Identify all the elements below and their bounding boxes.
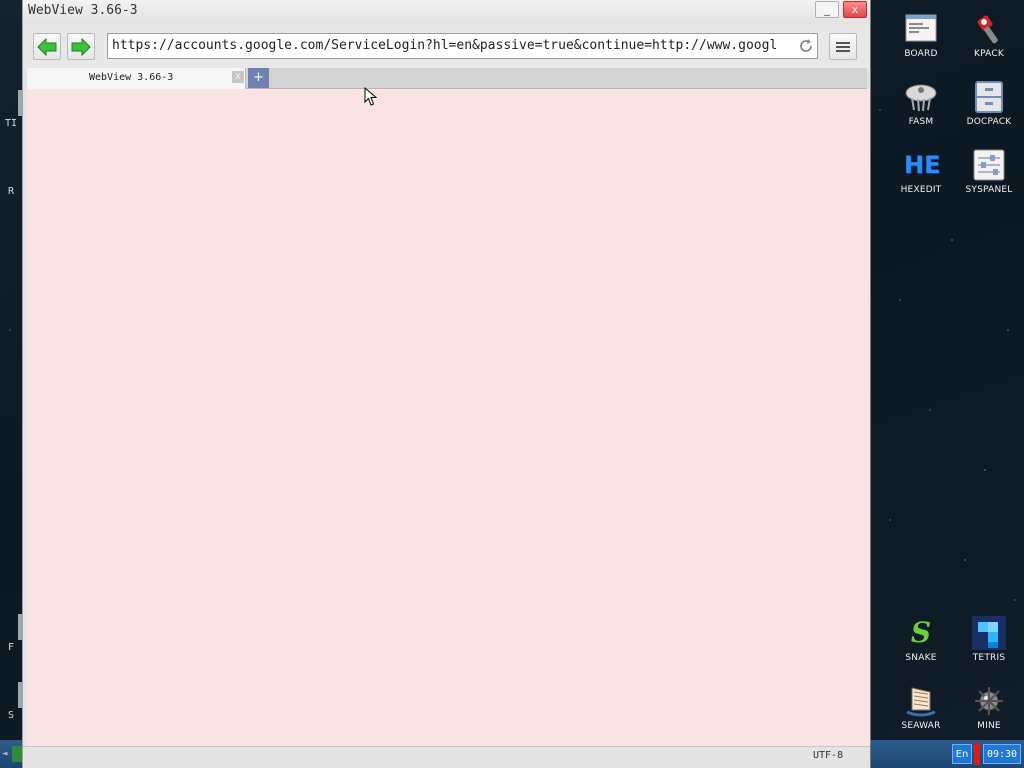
desktop-icon-label: FASM bbox=[908, 117, 934, 127]
desktop-icon-label: SNAKE bbox=[905, 653, 937, 663]
board-icon bbox=[904, 12, 938, 46]
hexedit-glyph: HE bbox=[904, 151, 941, 179]
mine-icon bbox=[972, 684, 1006, 718]
desktop-icon-label: BOARD bbox=[904, 49, 938, 59]
left-edge-icon[interactable]: F bbox=[0, 614, 22, 653]
tab-strip: WebView 3.66-3 x + bbox=[27, 68, 867, 89]
clock[interactable]: 09:30 bbox=[983, 744, 1021, 764]
snake-glyph: S bbox=[910, 616, 932, 649]
browser-toolbar: https://accounts.google.com/ServiceLogin… bbox=[23, 24, 870, 68]
desktop-icon-label: KPACK bbox=[974, 49, 1004, 59]
docpack-icon bbox=[972, 80, 1006, 114]
tetris-icon bbox=[972, 616, 1006, 650]
left-edge-icon[interactable]: S bbox=[0, 682, 22, 721]
left-edge-label: R bbox=[7, 186, 15, 197]
desktop-icon-label: DOCPACK bbox=[966, 117, 1012, 127]
minimize-button[interactable]: _ bbox=[815, 1, 839, 18]
tab-close-button[interactable]: x bbox=[232, 71, 244, 83]
fasm-icon bbox=[904, 80, 938, 114]
snake-icon: S bbox=[904, 616, 938, 650]
seawar-icon bbox=[904, 684, 938, 718]
url-text[interactable]: https://accounts.google.com/ServiceLogin… bbox=[112, 38, 792, 53]
desktop-icon-mine[interactable]: MINE bbox=[955, 684, 1023, 731]
language-indicator[interactable]: En bbox=[952, 744, 972, 764]
webview-window: WebView 3.66-3 _ x https://accounts.goog… bbox=[22, 0, 871, 768]
window-titlebar[interactable]: WebView 3.66-3 _ x bbox=[23, 0, 870, 25]
mouse-cursor-icon bbox=[364, 87, 378, 106]
desktop-icon-label: TETRIS bbox=[972, 653, 1006, 663]
address-bar[interactable]: https://accounts.google.com/ServiceLogin… bbox=[107, 33, 818, 59]
tab-webview[interactable]: WebView 3.66-3 x bbox=[27, 68, 246, 89]
reload-icon[interactable] bbox=[798, 38, 814, 54]
encoding-label: UTF-8 bbox=[813, 750, 844, 761]
desktop-icon-label: SEAWAR bbox=[901, 721, 941, 731]
left-edge-icon[interactable]: TI bbox=[0, 90, 22, 129]
forward-button[interactable] bbox=[67, 33, 95, 60]
desktop-icon-hexedit[interactable]: HE HEXEDIT bbox=[887, 148, 955, 195]
desktop-icon-label: HEXEDIT bbox=[900, 185, 942, 195]
desktop-icon-docpack[interactable]: DOCPACK bbox=[955, 80, 1023, 127]
window-title: WebView 3.66-3 bbox=[28, 3, 138, 18]
menu-button[interactable] bbox=[829, 33, 857, 60]
desktop-icon-snake[interactable]: S SNAKE bbox=[887, 616, 955, 663]
close-button[interactable]: x bbox=[843, 1, 867, 18]
left-edge-icon[interactable]: R bbox=[0, 186, 22, 197]
taskbar-scroll-left-icon[interactable]: ◄ bbox=[2, 749, 7, 759]
hexedit-icon: HE bbox=[904, 148, 941, 182]
desktop-icon-kpack[interactable]: KPACK bbox=[955, 12, 1023, 59]
page-content[interactable] bbox=[27, 89, 870, 746]
arrow-left-icon bbox=[37, 38, 57, 56]
back-button[interactable] bbox=[33, 33, 61, 60]
desktop-icon-board[interactable]: BOARD bbox=[887, 12, 955, 59]
kpack-icon bbox=[972, 12, 1006, 46]
desktop-icon-seawar[interactable]: SEAWAR bbox=[887, 684, 955, 731]
tray-indicator[interactable] bbox=[974, 743, 980, 765]
desktop-icon-tetris[interactable]: TETRIS bbox=[955, 616, 1023, 663]
syspanel-icon bbox=[972, 148, 1006, 182]
arrow-right-icon bbox=[71, 38, 91, 56]
tab-label: WebView 3.66-3 bbox=[89, 72, 174, 83]
desktop-icon-label: MINE bbox=[977, 721, 1001, 731]
left-edge-label: F bbox=[7, 642, 15, 653]
new-tab-button[interactable]: + bbox=[248, 68, 269, 88]
desktop-icon-syspanel[interactable]: SYSPANEL bbox=[955, 148, 1023, 195]
left-edge-label: TI bbox=[4, 118, 18, 129]
desktop-icon-label: SYSPANEL bbox=[965, 185, 1013, 195]
status-bar: UTF-8 bbox=[23, 746, 870, 768]
left-edge-label: S bbox=[7, 710, 15, 721]
taskbar-start-icon[interactable] bbox=[12, 746, 22, 762]
desktop-icon-fasm[interactable]: FASM bbox=[887, 80, 955, 127]
